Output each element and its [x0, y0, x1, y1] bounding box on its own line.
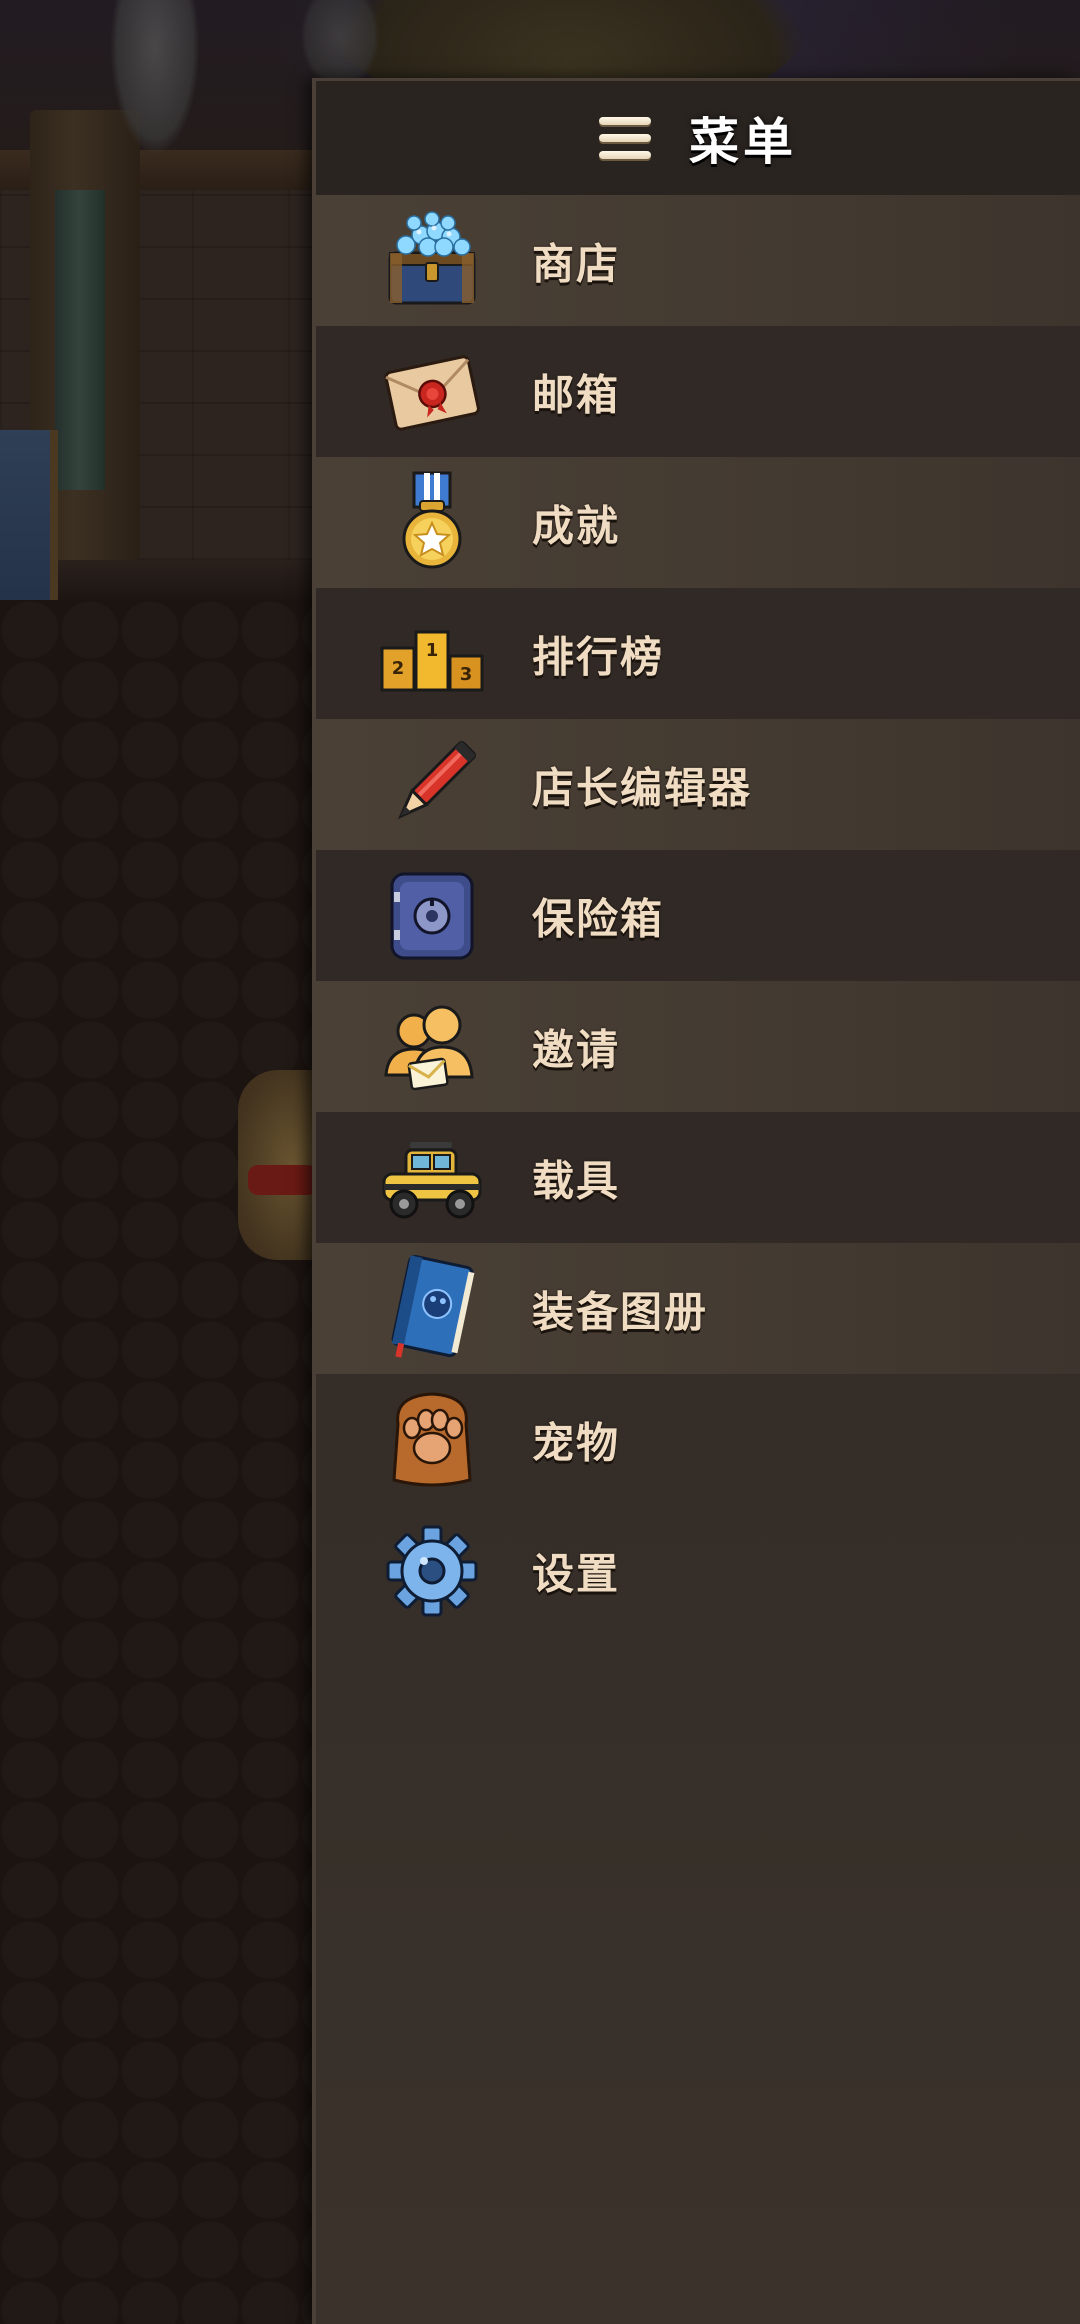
- mail-envelope-icon: [376, 336, 488, 448]
- menu-item-achievements[interactable]: 成就: [316, 457, 1080, 588]
- podium-number: 1: [426, 640, 439, 661]
- menu-item-shop[interactable]: 商店: [316, 195, 1080, 326]
- side-menu-panel: 菜单 商店 邮箱 成就 2 1 3 排行榜 店长编辑器 保险箱 邀请 载具 装备…: [312, 78, 1080, 2324]
- podium-number: 3: [460, 664, 473, 685]
- pencil-icon: [376, 729, 488, 841]
- pillar-panel: [55, 190, 105, 490]
- menu-header: 菜单: [316, 81, 1080, 195]
- menu-item-equipment-book[interactable]: 装备图册: [316, 1243, 1080, 1374]
- menu-item-label: 邮箱: [532, 370, 621, 419]
- equipment-book-icon: [376, 1253, 488, 1365]
- menu-item-label: 保险箱: [532, 894, 665, 943]
- menu-item-label: 载具: [532, 1156, 621, 1205]
- menu-item-label: 设置: [532, 1549, 621, 1598]
- statue-decoration: [110, 0, 200, 155]
- menu-list: 商店 邮箱 成就 2 1 3 排行榜 店长编辑器 保险箱 邀请 载具 装备图册 …: [316, 195, 1080, 1636]
- medal-icon: [376, 467, 488, 579]
- menu-item-label: 成就: [532, 501, 621, 550]
- menu-item-pets[interactable]: 宠物: [316, 1374, 1080, 1505]
- menu-item-label: 宠物: [532, 1418, 621, 1467]
- menu-title: 菜单: [689, 113, 797, 171]
- hamburger-menu-icon[interactable]: [599, 117, 651, 159]
- menu-item-label: 邀请: [532, 1025, 621, 1074]
- friends-invite-icon: [376, 991, 488, 1103]
- menu-item-settings[interactable]: 设置: [316, 1505, 1080, 1636]
- menu-item-vehicles[interactable]: 载具: [316, 1112, 1080, 1243]
- podium-icon: 2 1 3: [376, 598, 488, 710]
- menu-item-shopkeeper-editor[interactable]: 店长编辑器: [316, 719, 1080, 850]
- menu-item-leaderboard[interactable]: 2 1 3 排行榜: [316, 588, 1080, 719]
- menu-item-safe[interactable]: 保险箱: [316, 850, 1080, 981]
- menu-item-label: 装备图册: [532, 1287, 709, 1336]
- statue-decoration: [300, 0, 380, 90]
- menu-item-label: 商店: [532, 239, 621, 288]
- menu-item-label: 排行榜: [532, 632, 665, 681]
- screen: 菜单 商店 邮箱 成就 2 1 3 排行榜 店长编辑器 保险箱 邀请 载具 装备…: [0, 0, 1080, 2324]
- tiled-floor: [0, 600, 320, 2324]
- gear-icon: [376, 1515, 488, 1627]
- gem-chest-icon: [376, 205, 488, 317]
- menu-item-invite[interactable]: 邀请: [316, 981, 1080, 1112]
- menu-item-mailbox[interactable]: 邮箱: [316, 326, 1080, 457]
- vehicle-icon: [376, 1122, 488, 1234]
- paw-icon: [376, 1384, 488, 1496]
- safe-icon: [376, 860, 488, 972]
- game-character: [238, 1070, 318, 1260]
- podium-number: 2: [392, 658, 405, 679]
- menu-item-label: 店长编辑器: [532, 763, 753, 812]
